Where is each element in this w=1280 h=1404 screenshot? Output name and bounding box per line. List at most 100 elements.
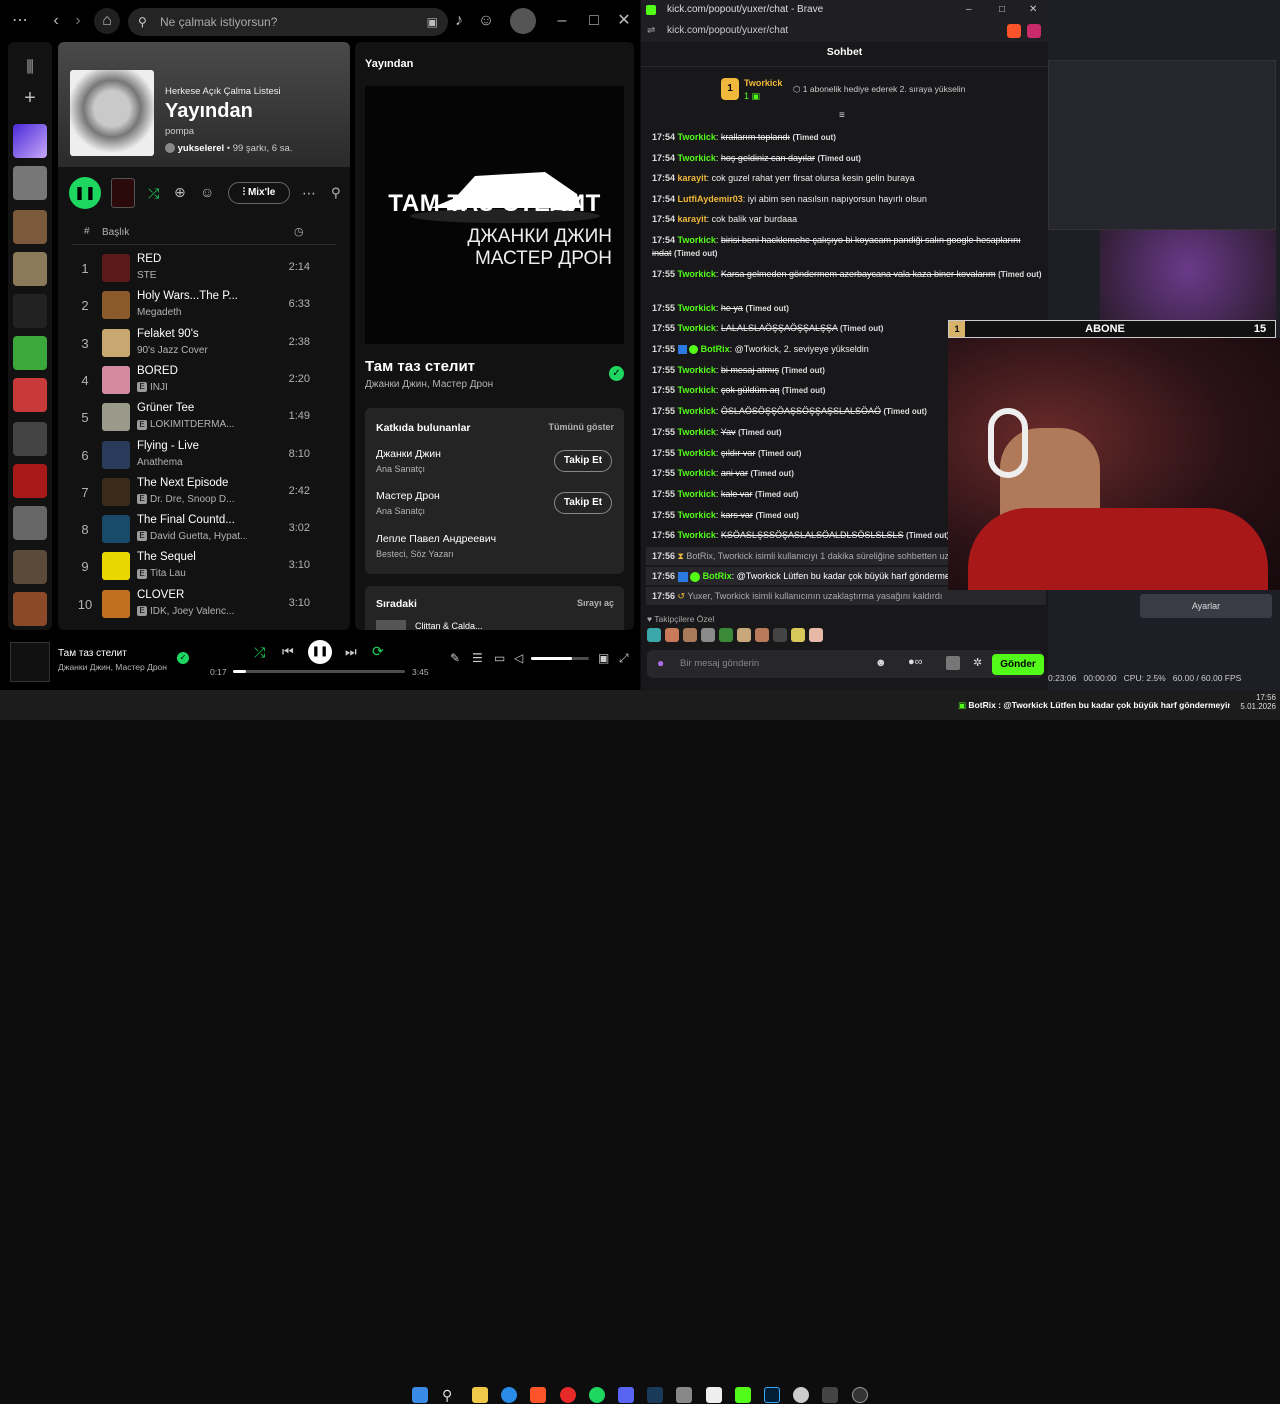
library-thumb[interactable] <box>13 336 47 370</box>
owner-link[interactable]: yukselerel <box>178 143 224 154</box>
track-title[interactable]: The Sequel <box>137 551 247 563</box>
gift-icon[interactable] <box>946 656 960 670</box>
search-icon[interactable]: ⚲ <box>442 1387 458 1403</box>
message-user[interactable]: BotRix <box>701 344 730 354</box>
settings-button[interactable]: Ayarlar <box>1140 594 1272 618</box>
discord-icon[interactable] <box>618 1387 634 1403</box>
library-thumb[interactable] <box>13 422 47 456</box>
send-button[interactable]: Gönder <box>992 654 1044 675</box>
next-icon[interactable]: ⏭ <box>345 644 357 660</box>
app-icon[interactable] <box>706 1387 722 1403</box>
message-user[interactable]: Tworkick <box>678 510 716 520</box>
maximize-icon[interactable]: □ <box>584 11 604 31</box>
message-input[interactable]: ● Bir mesaj gönderin ☻ <box>647 650 1043 678</box>
credit-name[interactable]: Мастер Дрон <box>376 490 440 502</box>
library-thumb[interactable] <box>13 550 47 584</box>
friends-icon[interactable]: ☺ <box>476 11 496 31</box>
queue-icon[interactable]: ☰ <box>472 651 483 665</box>
message-user[interactable]: Tworkick <box>678 448 716 458</box>
emoji-icon[interactable]: ☻ <box>875 657 887 669</box>
track-title[interactable]: Felaket 90's <box>137 328 247 340</box>
current-cover-thumb[interactable] <box>111 178 135 208</box>
home-icon[interactable]: ⌂ <box>94 8 120 34</box>
library-thumb[interactable] <box>13 592 47 626</box>
emote-icon[interactable] <box>755 628 769 642</box>
previous-icon[interactable]: ⏮ <box>282 644 294 660</box>
pause-button[interactable]: ❚❚ <box>308 640 332 664</box>
brave-icon[interactable] <box>530 1387 546 1403</box>
minimize-icon[interactable]: – <box>552 11 572 31</box>
song-title[interactable]: Там таз стелит <box>365 358 475 375</box>
brave-rewards-icon[interactable] <box>1027 24 1041 38</box>
back-icon[interactable]: ‹ <box>46 11 66 31</box>
track-title[interactable]: RED <box>137 253 247 265</box>
table-row[interactable]: 8 The Final Countd... E David Guetta, Hypat… <box>58 511 350 548</box>
track-artist[interactable]: Anathema <box>137 457 183 468</box>
emote-icon[interactable] <box>665 628 679 642</box>
explorer-icon[interactable] <box>472 1387 488 1403</box>
liked-songs-thumb[interactable] <box>13 124 47 158</box>
message-user[interactable]: Tworkick <box>678 235 716 245</box>
browse-icon[interactable]: ▣ <box>427 8 438 36</box>
message-user[interactable]: Tworkick <box>678 303 716 313</box>
shuffle-icon[interactable]: ⤮ <box>254 644 265 661</box>
close-icon[interactable]: ✕ <box>1029 0 1037 20</box>
address-bar[interactable]: ⇌ kick.com/popout/yuxer/chat <box>641 20 1048 42</box>
repeat-icon[interactable]: ⟳ <box>372 643 384 660</box>
forward-icon[interactable]: › <box>68 11 88 31</box>
app-icon[interactable] <box>676 1387 692 1403</box>
track-title[interactable]: CLOVER <box>137 589 247 601</box>
library-thumb[interactable] <box>13 464 47 498</box>
progress-bar[interactable] <box>233 670 405 673</box>
scroll-down-icon[interactable]: ≡ <box>839 110 845 121</box>
library-thumb[interactable] <box>13 252 47 286</box>
microphone-icon[interactable]: ● <box>657 656 664 670</box>
brave-shield-icon[interactable] <box>1007 24 1021 38</box>
message-user[interactable]: BotRix <box>703 571 732 581</box>
track-artist[interactable]: INJI <box>150 382 168 393</box>
message-user[interactable]: LutfiAydemir03 <box>678 194 743 204</box>
volume-slider[interactable] <box>531 657 589 660</box>
player-artists[interactable]: Джанки Джин, Мастер Дрон <box>58 662 167 672</box>
message-user[interactable]: Tworkick <box>678 427 716 437</box>
track-title[interactable]: Grüner Tee <box>137 402 247 414</box>
obs-icon[interactable] <box>852 1387 868 1403</box>
track-artist[interactable]: IDK, Joey Valenc... <box>150 606 234 617</box>
opera-icon[interactable] <box>560 1387 576 1403</box>
more-icon[interactable]: ⋯ <box>10 11 30 31</box>
track-title[interactable]: BORED <box>137 365 247 377</box>
table-row[interactable]: 10 CLOVER E IDK, Joey Valenc... 3:10 <box>58 586 350 623</box>
library-thumb[interactable] <box>13 506 47 540</box>
site-info-icon[interactable]: ⇌ <box>647 20 655 42</box>
library-thumb[interactable] <box>13 210 47 244</box>
emote-icon[interactable] <box>737 628 751 642</box>
settings-icon[interactable]: ✲ <box>973 656 982 669</box>
bell-icon[interactable]: ♪ <box>449 11 469 31</box>
library-thumb[interactable] <box>13 294 47 328</box>
add-user-icon[interactable]: ☺ <box>200 184 214 200</box>
message-user[interactable]: karayit <box>678 173 707 183</box>
table-row[interactable]: 6 Flying - Live Anathema 8:10 <box>58 437 350 474</box>
message-user[interactable]: karayit <box>678 214 707 224</box>
plus-icon[interactable]: + <box>20 88 40 108</box>
table-row[interactable]: 1 RED STE 2:14 <box>58 250 350 287</box>
clock[interactable]: 17:56 5.01.2026 <box>1232 693 1276 711</box>
search-input[interactable]: ⚲ Ne çalmak istiyorsun? ▣ <box>128 8 448 36</box>
track-artist[interactable]: LOKIMITDERMA... <box>150 419 234 430</box>
start-icon[interactable] <box>412 1387 428 1403</box>
follow-button[interactable]: Takip Et <box>554 450 612 472</box>
fullscreen-icon[interactable]: ⤢ <box>619 651 629 666</box>
app-icon[interactable] <box>822 1387 838 1403</box>
library-thumb[interactable] <box>13 378 47 412</box>
track-artist[interactable]: David Guetta, Hypat... <box>150 531 247 542</box>
maximize-icon[interactable]: □ <box>999 0 1005 20</box>
track-artist[interactable]: Dr. Dre, Snoop D... <box>150 494 234 505</box>
emote-icon[interactable] <box>791 628 805 642</box>
open-queue-link[interactable]: Sırayı aç <box>577 598 614 608</box>
saved-check-icon[interactable]: ✓ <box>177 652 189 664</box>
emote-icon[interactable] <box>719 628 733 642</box>
emote-icon[interactable] <box>701 628 715 642</box>
message-user[interactable]: Tworkick <box>678 365 716 375</box>
queue-item[interactable]: Clittan & Calda... <box>415 621 483 630</box>
follow-button[interactable]: Takip Et <box>554 492 612 514</box>
